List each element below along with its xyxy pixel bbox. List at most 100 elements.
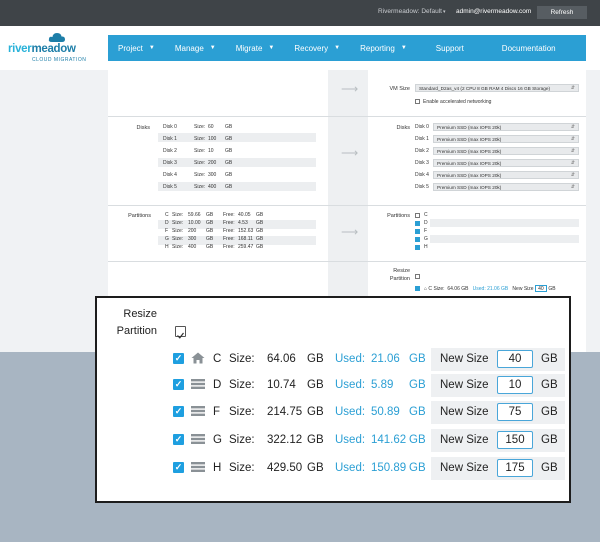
- resize-row: ✓ G Size: 322.12 GB Used: 141.62 GB New …: [173, 429, 565, 452]
- partition-size: 59.66: [188, 212, 201, 218]
- partition-checkbox[interactable]: [415, 229, 420, 234]
- partition-letter: D: [424, 220, 428, 226]
- tenant-selector[interactable]: Rivermeadow: Default▾: [378, 8, 445, 15]
- resize-unit: GB: [461, 286, 469, 292]
- partition-unit: GB: [256, 220, 264, 226]
- resize-partition-label-small: Resize Partition: [376, 267, 410, 283]
- resize-partition-checkbox[interactable]: [175, 326, 186, 339]
- resize-partition-label: Resize Partition: [107, 306, 157, 340]
- disk-size: 60: [208, 124, 214, 130]
- disk-size-label: Size:: [194, 148, 206, 154]
- new-size-input[interactable]: 75: [497, 403, 533, 421]
- resize-size-label: Size:: [229, 379, 255, 391]
- row-bg: [158, 158, 316, 167]
- new-size-group: New Size 10 GB: [431, 374, 565, 397]
- resize-letter: F: [213, 406, 221, 418]
- new-size-input-small[interactable]: 40: [534, 285, 547, 292]
- resize-size-label: Size:: [229, 462, 255, 474]
- resize-size-label: Size:: [229, 353, 255, 365]
- nav-documentation[interactable]: Documentation: [483, 44, 575, 53]
- resize-new-size-label: New Size: [440, 353, 489, 365]
- disk-type-select[interactable]: Premium SSD (max IOPS 20k) ⇵: [433, 171, 579, 179]
- nav-recovery-label: Recovery: [294, 43, 329, 53]
- chevron-down-icon: ▼: [268, 45, 275, 51]
- disk-type-value: Premium SSD (max IOPS 20k): [437, 125, 502, 130]
- chevron-updown-icon: ⇵: [570, 160, 575, 166]
- partition-checkbox[interactable]: [415, 245, 420, 250]
- resize-row-checkbox[interactable]: ✓: [173, 353, 184, 364]
- resize-partition-checkbox-small[interactable]: [415, 274, 420, 279]
- disk-type-select[interactable]: Premium SSD (max IOPS 20k) ⇵: [433, 135, 579, 143]
- disk-name: Disk 1: [163, 136, 177, 142]
- resize-row-checkbox[interactable]: ✓: [173, 379, 184, 390]
- resize-used: 5.89: [371, 379, 394, 391]
- chevron-updown-icon: ⇵: [570, 124, 575, 130]
- nav-project[interactable]: Project ▼: [108, 44, 165, 53]
- logo[interactable]: rivermeadow CLOUD MIGRATION: [8, 32, 108, 66]
- nav-migrate[interactable]: Migrate ▼: [226, 44, 285, 53]
- chevron-down-icon: ▼: [148, 45, 155, 51]
- disk-name: Disk 1: [415, 136, 429, 142]
- partition-letter: G: [424, 236, 428, 242]
- resize-unit: GB: [409, 462, 426, 474]
- nav-support[interactable]: Support: [417, 44, 483, 53]
- resize-unit: GB: [541, 434, 558, 446]
- partition-free-label: Free:: [223, 228, 235, 234]
- disk-name: Disk 0: [163, 124, 177, 130]
- resize-row-checkbox[interactable]: ✓: [173, 406, 184, 417]
- nav-recovery[interactable]: Recovery ▼: [284, 44, 350, 53]
- resize-row-checkbox[interactable]: ✓: [173, 434, 184, 445]
- resize-row-checkbox-small[interactable]: [415, 286, 420, 291]
- disk-unit: GB: [225, 172, 233, 178]
- resize-letter: C: [428, 286, 433, 292]
- partitions-label: Partitions: [128, 213, 151, 219]
- chevron-updown-icon: ⇵: [570, 172, 575, 178]
- disk-name: Disk 0: [415, 124, 429, 130]
- nav-reporting[interactable]: Reporting ▼: [350, 44, 417, 53]
- partition-unit: GB: [206, 212, 214, 218]
- partition-checkbox[interactable]: [415, 237, 420, 242]
- vm-size-select[interactable]: Standard_D2as_v4 (2 CPU 8 GB RAM 4 Discs…: [415, 84, 579, 92]
- nav-manage[interactable]: Manage ▼: [165, 44, 226, 53]
- resize-label-line2: Partition: [116, 325, 157, 337]
- partition-checkbox[interactable]: [415, 213, 420, 218]
- disk-type-select[interactable]: Premium SSD (max IOPS 20k) ⇵: [433, 183, 579, 191]
- disk-type-select[interactable]: Premium SSD (max IOPS 20k) ⇵: [433, 147, 579, 155]
- partition-checkbox[interactable]: [415, 221, 420, 226]
- partition-letter: H: [424, 244, 428, 250]
- disk-type-value: Premium SSD (max IOPS 20k): [437, 149, 502, 154]
- partition-free: 168.11: [238, 236, 253, 242]
- drive-icon: [191, 379, 205, 389]
- partition-letter: D: [165, 220, 169, 226]
- disk-name: Disk 3: [163, 160, 177, 166]
- new-size-input[interactable]: 40: [497, 350, 533, 368]
- resize-unit: GB: [541, 406, 558, 418]
- new-size-group: New Size 75 GB: [431, 401, 565, 424]
- new-size-input[interactable]: 150: [497, 431, 533, 449]
- drive-icon: [191, 462, 205, 472]
- resize-row-checkbox[interactable]: ✓: [173, 462, 184, 473]
- resize-new-size-label: New Size: [440, 434, 489, 446]
- resize-size: 64.06: [447, 286, 460, 292]
- refresh-button[interactable]: Refresh: [537, 6, 587, 19]
- resize-used-label: Used:: [335, 462, 366, 474]
- resize-used: 141.62: [371, 434, 407, 446]
- disk-size-label: Size:: [194, 172, 206, 178]
- disk-name: Disk 2: [163, 148, 177, 154]
- new-size-group: New Size 40 GB: [431, 348, 565, 371]
- partition-unit: GB: [206, 244, 214, 250]
- accel-networking-checkbox[interactable]: [415, 99, 420, 104]
- resize-used-label: Used:: [472, 286, 486, 292]
- resize-used-label: Used:: [335, 434, 366, 446]
- disk-type-select[interactable]: Premium SSD (max IOPS 20k) ⇵: [433, 159, 579, 167]
- resize-unit: GB: [541, 353, 558, 365]
- new-size-input[interactable]: 10: [497, 376, 533, 394]
- row-bg: [158, 182, 316, 191]
- new-size-input[interactable]: 175: [497, 459, 533, 477]
- disk-type-select[interactable]: Premium SSD (max IOPS 20k) ⇵: [433, 123, 579, 131]
- chevron-updown-icon: ⇵: [570, 148, 575, 154]
- user-account[interactable]: admin@rivermeadow.com: [456, 8, 531, 15]
- resize-row: ✓ F Size: 214.75 GB Used: 50.89 GB New S…: [173, 401, 565, 424]
- disk-size: 100: [208, 136, 217, 142]
- resize-unit: GB: [409, 379, 426, 391]
